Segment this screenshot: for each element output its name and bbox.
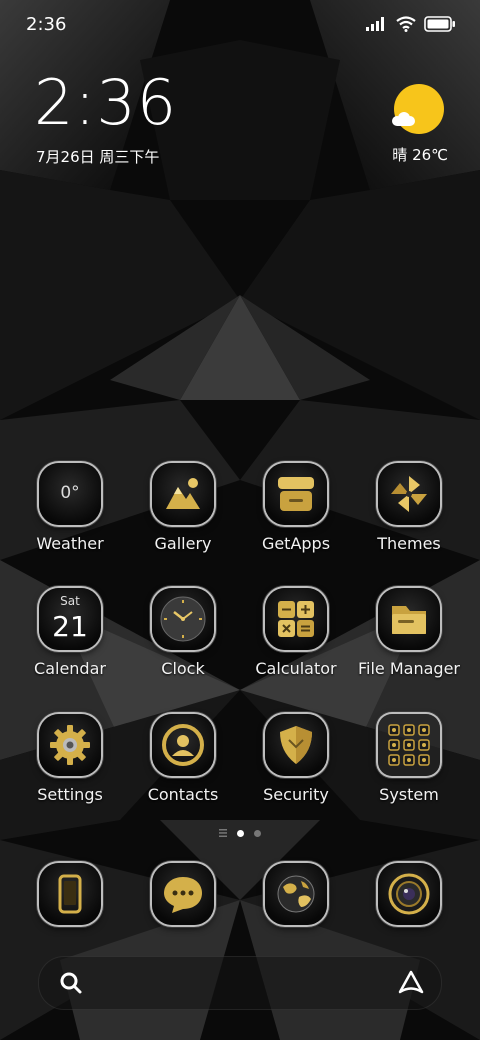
app-label: Calendar — [34, 659, 106, 678]
page-indicator[interactable] — [0, 829, 480, 837]
app-getapps[interactable]: GetApps — [241, 463, 351, 553]
app-themes[interactable]: Themes — [354, 463, 464, 553]
dock-messages[interactable] — [128, 863, 238, 925]
signal-icon — [366, 17, 384, 31]
clock-widget-date[interactable]: 7月26日 周三下午 — [36, 146, 159, 167]
app-contacts[interactable]: Contacts — [128, 714, 238, 804]
app-label: GetApps — [261, 534, 331, 553]
app-label: File Manager — [358, 659, 460, 678]
sun-icon — [394, 84, 444, 134]
app-label: Contacts — [147, 785, 219, 804]
search-bar[interactable] — [38, 956, 442, 1010]
app-label: Security — [263, 785, 329, 804]
app-label: Themes — [377, 534, 441, 553]
dock-browser[interactable] — [241, 863, 351, 925]
app-label: Calculator — [255, 659, 337, 678]
calendar-date: 21 — [52, 610, 88, 643]
calendar-icon: Sat 21 — [39, 588, 101, 650]
folder-grid-icon — [378, 714, 440, 776]
gear-icon — [39, 714, 101, 776]
clock-icon — [152, 588, 214, 650]
themes-pinwheel-icon — [378, 463, 440, 525]
search-icon[interactable] — [59, 971, 83, 995]
getapps-store-icon — [265, 463, 327, 525]
folder-icon — [378, 588, 440, 650]
weather-icon-temp: 0° — [60, 483, 80, 503]
weather-icon: 0° — [39, 463, 101, 525]
status-time: 2:36 — [26, 14, 67, 35]
page-dot[interactable] — [254, 829, 261, 837]
status-icons — [366, 16, 456, 32]
gallery-icon — [152, 463, 214, 525]
app-label: Weather — [36, 534, 104, 553]
calculator-icon — [265, 588, 327, 650]
calendar-day: Sat — [60, 594, 80, 608]
weather-widget-text: 晴 26℃ — [392, 146, 448, 164]
app-gallery[interactable]: Gallery — [128, 463, 238, 553]
app-security[interactable]: Security — [241, 714, 351, 804]
app-file-manager[interactable]: File Manager — [354, 588, 464, 678]
wifi-icon — [396, 16, 416, 32]
app-clock[interactable]: Clock — [128, 588, 238, 678]
app-calendar[interactable]: Sat 21 Calendar — [15, 588, 125, 678]
assistant-icon[interactable] — [397, 969, 425, 997]
shield-icon — [265, 714, 327, 776]
page-dot-active[interactable] — [237, 829, 244, 837]
app-settings[interactable]: Settings — [15, 714, 125, 804]
page-list-icon — [219, 829, 227, 837]
status-bar: 2:36 — [0, 0, 480, 50]
camera-lens-icon — [378, 863, 440, 925]
app-label: Settings — [37, 785, 103, 804]
message-bubble-icon — [152, 863, 214, 925]
battery-icon — [424, 16, 455, 32]
clock-widget-time[interactable]: 2:36 — [34, 72, 177, 134]
app-label: Gallery — [154, 534, 212, 553]
cloud-icon — [392, 112, 415, 126]
dock-phone[interactable] — [15, 863, 125, 925]
app-weather[interactable]: 0° Weather — [15, 463, 125, 553]
phone-icon — [39, 863, 101, 925]
contact-person-icon — [152, 714, 214, 776]
app-calculator[interactable]: Calculator — [241, 588, 351, 678]
app-label: System — [379, 785, 439, 804]
app-system-folder[interactable]: System — [354, 714, 464, 804]
dock-camera[interactable] — [354, 863, 464, 925]
browser-globe-icon — [265, 863, 327, 925]
app-label: Clock — [161, 659, 205, 678]
